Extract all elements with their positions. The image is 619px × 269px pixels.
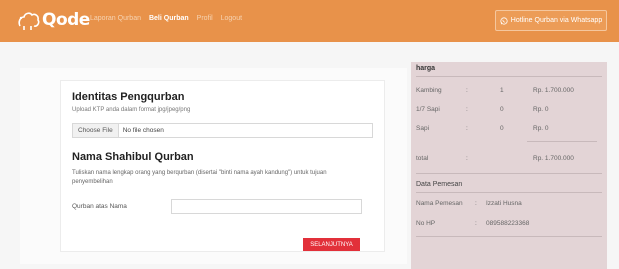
order-summary: harga Kambing : 1 Rp. 1.700.000 1/7 Sapi… bbox=[411, 62, 607, 269]
nav-logout[interactable]: Logout bbox=[221, 15, 242, 22]
identity-title: Identitas Pengqurban bbox=[72, 91, 185, 103]
nav-laporan-qurban[interactable]: Laporan Qurban bbox=[90, 15, 141, 22]
form-card: Identitas Pengqurban Upload KTP anda dal… bbox=[20, 68, 407, 264]
total-value: Rp. 1.700.000 bbox=[533, 155, 574, 162]
divider bbox=[416, 76, 602, 77]
qurban-name-label: Qurban atas Nama bbox=[72, 203, 127, 210]
total-colon: : bbox=[466, 155, 468, 162]
buyer-colon: : bbox=[475, 200, 477, 207]
navbar: Qode Laporan Qurban Beli Qurban Profil L… bbox=[0, 0, 619, 42]
divider bbox=[416, 236, 602, 237]
item-price: Rp. 0 bbox=[533, 106, 549, 113]
nav-links: Laporan Qurban Beli Qurban Profil Logout bbox=[90, 15, 242, 22]
buyer-colon: : bbox=[475, 220, 477, 227]
buyer-label: Nama Pemesan bbox=[416, 200, 463, 207]
nav-profil[interactable]: Profil bbox=[197, 15, 213, 22]
shahibul-description: Tuliskan nama lengkap orang yang berqurb… bbox=[72, 170, 327, 185]
item-price: Rp. 1.700.000 bbox=[533, 87, 574, 94]
total-label: total bbox=[416, 155, 429, 162]
total-divider bbox=[527, 141, 597, 142]
item-name: Kambing bbox=[416, 87, 442, 94]
item-price: Rp. 0 bbox=[533, 125, 549, 132]
choose-file-button[interactable]: Choose File bbox=[73, 124, 119, 137]
divider bbox=[416, 192, 602, 193]
identity-subtitle: Upload KTP anda dalam format jpg/jpeg/pn… bbox=[72, 107, 191, 113]
shahibul-title: Nama Shahibul Qurban bbox=[72, 151, 194, 163]
whatsapp-icon bbox=[500, 16, 508, 25]
qurban-name-input[interactable] bbox=[171, 199, 362, 214]
item-colon: : bbox=[466, 106, 468, 113]
price-title: harga bbox=[416, 65, 436, 72]
ktp-file-input[interactable]: Choose File No file chosen bbox=[72, 123, 373, 138]
hotline-label: Hotline Qurban via Whatsapp bbox=[510, 17, 603, 24]
buyer-value: 089588223368 bbox=[486, 220, 530, 227]
item-qty: 0 bbox=[500, 125, 504, 132]
order-form: Identitas Pengqurban Upload KTP anda dal… bbox=[60, 80, 385, 252]
file-status: No file chosen bbox=[122, 127, 164, 134]
item-name: Sapi bbox=[416, 125, 430, 132]
brand-logo[interactable]: Qode bbox=[17, 8, 90, 32]
buyer-value: Izzati Husna bbox=[486, 200, 522, 207]
item-colon: : bbox=[466, 87, 468, 94]
item-name: 1/7 Sapi bbox=[416, 106, 440, 113]
hotline-whatsapp-button[interactable]: Hotline Qurban via Whatsapp bbox=[495, 10, 607, 31]
item-qty: 0 bbox=[500, 106, 504, 113]
sheep-logo-icon bbox=[18, 12, 40, 30]
item-colon: : bbox=[466, 125, 468, 132]
divider bbox=[416, 173, 602, 174]
nav-beli-qurban[interactable]: Beli Qurban bbox=[149, 15, 189, 22]
next-button[interactable]: SELANJUTNYA bbox=[303, 238, 360, 251]
buyer-label: No HP bbox=[416, 220, 436, 227]
brand-name: Qode bbox=[42, 10, 90, 30]
buyer-title: Data Pemesan bbox=[416, 181, 463, 188]
item-qty: 1 bbox=[500, 87, 504, 94]
